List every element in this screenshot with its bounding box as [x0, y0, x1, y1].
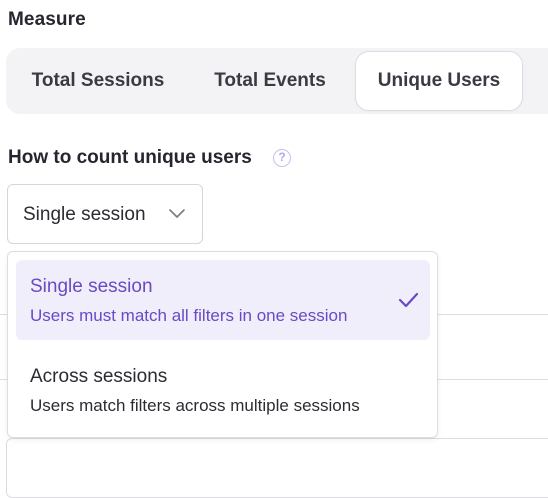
question-circle-icon[interactable]: ?: [273, 149, 291, 167]
tab-total-sessions[interactable]: Total Sessions: [14, 48, 182, 114]
option-across-sessions[interactable]: Across sessions Users match filters acro…: [16, 350, 430, 430]
count-method-dropdown: Single session Users must match all filt…: [7, 251, 438, 438]
option-single-session[interactable]: Single session Users must match all filt…: [16, 260, 430, 340]
select-value: Single session: [23, 204, 146, 225]
option-title: Single session: [30, 276, 153, 297]
chevron-down-icon: [169, 209, 185, 218]
measure-segmented-control: Total Sessions Total Events Unique Users: [6, 48, 548, 114]
option-title: Across sessions: [30, 366, 168, 387]
count-method-select[interactable]: Single session: [7, 184, 203, 244]
measure-title: Measure: [8, 9, 86, 30]
count-users-label: How to count unique users: [8, 147, 252, 168]
option-description: Users must match all filters in one sess…: [30, 306, 348, 325]
check-icon: [398, 292, 419, 308]
tab-unique-users[interactable]: Unique Users: [355, 51, 523, 111]
tab-total-events[interactable]: Total Events: [192, 48, 348, 114]
background-field: [6, 438, 548, 498]
option-description: Users match filters across multiple sess…: [30, 396, 360, 415]
